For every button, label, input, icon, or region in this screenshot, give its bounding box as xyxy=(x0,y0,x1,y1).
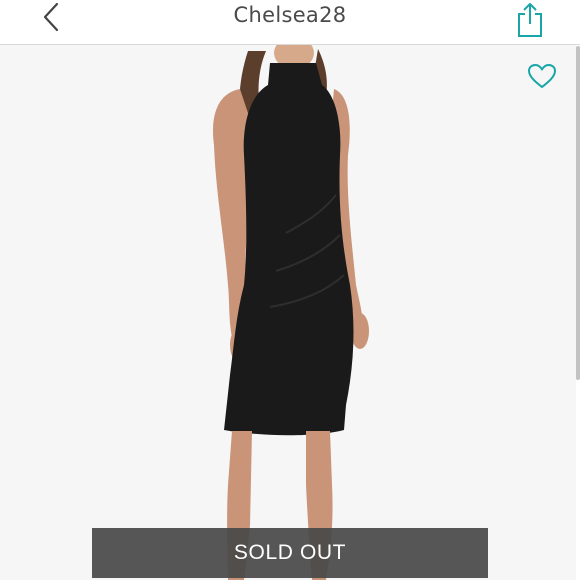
back-button[interactable] xyxy=(34,0,68,34)
dress-model-image xyxy=(213,45,369,580)
share-icon xyxy=(518,3,542,37)
heart-icon xyxy=(528,64,556,88)
sold-out-banner: SOLD OUT xyxy=(92,528,488,578)
listing-page: Chelsea28 SOLD OUT xyxy=(0,0,580,580)
share-button[interactable] xyxy=(510,0,550,40)
product-photo[interactable] xyxy=(0,45,576,580)
chevron-left-icon xyxy=(43,2,59,32)
top-bar: Chelsea28 xyxy=(0,0,580,45)
page-title: Chelsea28 xyxy=(233,3,347,27)
favorite-button[interactable] xyxy=(524,58,560,94)
scrollbar[interactable] xyxy=(576,46,580,380)
